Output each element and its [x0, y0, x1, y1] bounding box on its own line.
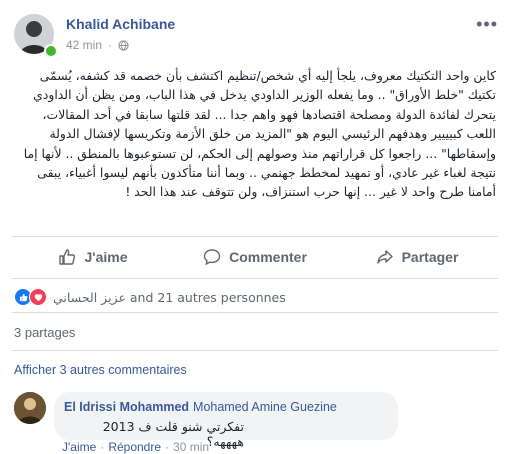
divider [12, 236, 498, 237]
comment-actions: J'aime · Répondre · 30 min [62, 440, 209, 454]
separator-dot: · [100, 440, 105, 454]
comment-item: El Idrissi Mohammed Mohamed Amine Guezine… [14, 392, 498, 454]
share-label: Partager [401, 249, 459, 265]
like-button[interactable]: J'aime [12, 242, 174, 272]
divider [12, 350, 498, 351]
post-text: كاين واحد التكتيك معروف، يلجأ إليه أي شخ… [23, 68, 496, 200]
comment-label: Commenter [229, 249, 307, 265]
comment-icon [203, 249, 221, 266]
show-more-comments-link[interactable]: Afficher 3 autres commentaires [14, 363, 187, 377]
post-meta: 42 min · [66, 38, 129, 52]
divider [12, 278, 498, 279]
divider [12, 312, 498, 313]
shares-count[interactable]: 3 partages [14, 325, 75, 340]
reaction-icons [14, 288, 47, 306]
post-header: Khalid Achibane 42 min · ••• [14, 14, 498, 58]
online-status-dot [44, 44, 58, 58]
commenter-avatar[interactable] [14, 392, 46, 424]
post-author-name[interactable]: Khalid Achibane [66, 16, 175, 32]
globe-icon[interactable] [118, 39, 129, 51]
comment-timestamp[interactable]: 30 min [173, 440, 209, 454]
thumbs-up-icon [59, 249, 76, 265]
comment-button[interactable]: Commenter [174, 242, 336, 272]
commenter-name[interactable]: El Idrissi Mohammed [64, 400, 189, 414]
reactions-count-text[interactable]: عزيز الحساني and 21 autres personnes [53, 290, 286, 305]
post-action-bar: J'aime Commenter Partager [12, 242, 498, 272]
separator-dot: · [165, 440, 170, 454]
comment-bubble: El Idrissi Mohammed Mohamed Amine Guezine… [54, 392, 398, 449]
separator-dot: · [108, 38, 113, 52]
post-timestamp[interactable]: 42 min [66, 38, 102, 52]
like-label: J'aime [84, 249, 128, 265]
comment-like-link[interactable]: J'aime [62, 440, 96, 454]
mention-link[interactable]: Mohamed Amine Guezine [193, 400, 337, 414]
reactions-summary[interactable]: عزيز الحساني and 21 autres personnes [14, 288, 286, 306]
comment-reply-link[interactable]: Répondre [108, 440, 161, 454]
share-icon [376, 250, 393, 264]
love-reaction-icon [29, 288, 47, 306]
more-options-icon[interactable]: ••• [476, 14, 498, 35]
share-button[interactable]: Partager [336, 242, 498, 272]
